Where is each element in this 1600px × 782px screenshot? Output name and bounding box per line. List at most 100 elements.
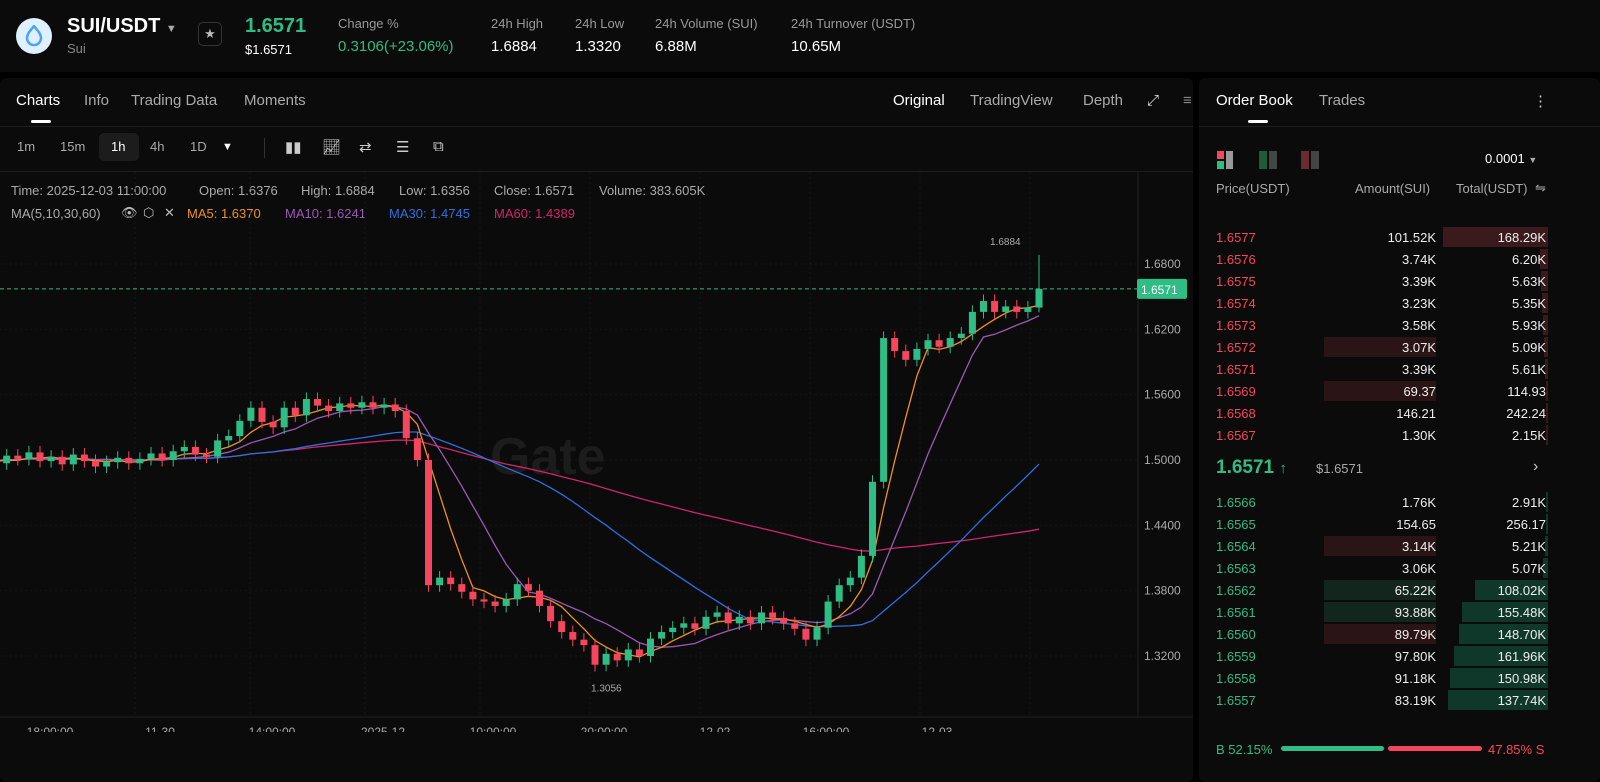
candle-body bbox=[735, 616, 743, 624]
candle-body bbox=[3, 455, 11, 464]
compare-icon[interactable]: ⧉ bbox=[433, 138, 444, 155]
candle-body bbox=[191, 446, 199, 455]
view-original[interactable]: Original bbox=[893, 92, 945, 109]
candle-body bbox=[624, 649, 632, 661]
precision-select[interactable]: 0.0001 ▼ bbox=[1485, 151, 1537, 166]
candle-body bbox=[580, 639, 588, 646]
bid-row[interactable]: 1.6558 91.18K 150.98K bbox=[1216, 667, 1548, 689]
x-tick-label: 10:00:00 bbox=[470, 725, 517, 732]
candle-body bbox=[513, 584, 521, 600]
tab-info[interactable]: Info bbox=[84, 92, 109, 109]
candle-body bbox=[258, 407, 266, 422]
buy-ratio: B 52.15% bbox=[1216, 742, 1273, 757]
total: 256.17 bbox=[1506, 517, 1546, 532]
ask-row[interactable]: 1.6567 1.30K 2.15K bbox=[1216, 424, 1548, 446]
candle-body bbox=[491, 601, 499, 606]
chevron-right-icon[interactable]: › bbox=[1533, 458, 1538, 476]
ask-row[interactable]: 1.6568 146.21 242.24 bbox=[1216, 402, 1548, 424]
arrow-up-icon: ↑ bbox=[1279, 460, 1287, 477]
candle-body bbox=[203, 454, 210, 457]
price: 1.6557 bbox=[1216, 693, 1256, 708]
ask-row[interactable]: 1.6569 69.37 114.93 bbox=[1216, 380, 1548, 402]
more-icon[interactable]: ⋮ bbox=[1533, 92, 1548, 110]
candle-body bbox=[425, 460, 432, 586]
current-price-label: 1.6571 bbox=[1141, 283, 1178, 297]
interval-1h[interactable]: 1h bbox=[111, 139, 125, 154]
price: 1.6568 bbox=[1216, 406, 1256, 421]
interval-dropdown-icon[interactable]: ▼ bbox=[222, 141, 233, 153]
interval-1d[interactable]: 1D bbox=[190, 139, 207, 154]
candle-body bbox=[813, 627, 821, 640]
tab-trading-data[interactable]: Trading Data bbox=[131, 92, 217, 109]
bid-row[interactable]: 1.6561 93.88K 155.48K bbox=[1216, 601, 1548, 623]
ask-row[interactable]: 1.6575 3.39K 5.63K bbox=[1216, 270, 1548, 292]
ask-row[interactable]: 1.6577 101.52K 168.29K bbox=[1216, 226, 1548, 248]
candle-body bbox=[924, 340, 932, 349]
bid-row[interactable]: 1.6564 3.14K 5.21K bbox=[1216, 535, 1548, 557]
view-asks-icon[interactable] bbox=[1301, 151, 1321, 169]
buy-bar bbox=[1281, 746, 1384, 751]
view-tradingview[interactable]: TradingView bbox=[970, 92, 1053, 109]
view-depth[interactable]: Depth bbox=[1083, 92, 1123, 109]
indicators-icon[interactable]: 📈︎ bbox=[322, 138, 341, 156]
buy-sell-ratio-bar bbox=[1281, 746, 1482, 751]
amount: 89.79K bbox=[1394, 627, 1436, 642]
candle-body bbox=[791, 623, 799, 629]
candle-body bbox=[136, 458, 144, 464]
bid-row[interactable]: 1.6560 89.79K 148.70K bbox=[1216, 623, 1548, 645]
ask-row[interactable]: 1.6572 3.07K 5.09K bbox=[1216, 336, 1548, 358]
candle-body bbox=[169, 451, 177, 461]
bid-row[interactable]: 1.6559 97.80K 161.96K bbox=[1216, 645, 1548, 667]
pair-name[interactable]: SUI/USDT bbox=[67, 15, 160, 37]
candle-body bbox=[291, 407, 299, 416]
expand-icon[interactable]: ⤢ bbox=[1147, 92, 1159, 109]
bid-row[interactable]: 1.6557 83.19K 137.74K bbox=[1216, 689, 1548, 711]
ask-row[interactable]: 1.6576 3.74K 6.20K bbox=[1216, 248, 1548, 270]
x-tick-label: 14:00:00 bbox=[249, 725, 296, 732]
depth-bar bbox=[1546, 403, 1548, 423]
price-chart[interactable]: 1.6800 1.6200 1.5600 1.5000 1.4400 1.3800 1.32… bbox=[0, 172, 1193, 732]
total: 5.93K bbox=[1512, 318, 1546, 333]
total: 155.48K bbox=[1497, 605, 1546, 620]
candle-body bbox=[758, 612, 765, 624]
settings-sliders-icon[interactable]: ⇄ bbox=[359, 138, 372, 156]
mid-price: 1.6571 ↑ bbox=[1216, 457, 1287, 478]
min-price-label: 1.3056 bbox=[591, 684, 622, 695]
stat-turnover: 24h Turnover (USDT) 10.65M bbox=[791, 16, 916, 55]
total: 161.96K bbox=[1497, 649, 1546, 664]
last-price-usd: $1.6571 bbox=[245, 42, 292, 57]
view-bids-icon[interactable] bbox=[1259, 151, 1279, 169]
candle-body bbox=[314, 399, 321, 406]
ask-row[interactable]: 1.6571 3.39K 5.61K bbox=[1216, 358, 1548, 380]
amount: 3.58K bbox=[1402, 318, 1436, 333]
candle-body bbox=[391, 404, 399, 412]
tab-order-book[interactable]: Order Book bbox=[1216, 92, 1293, 109]
ask-row[interactable]: 1.6573 3.58K 5.93K bbox=[1216, 314, 1548, 336]
depth-bar bbox=[1545, 514, 1548, 534]
chevron-down-icon[interactable]: ▼ bbox=[1528, 155, 1537, 165]
swap-icon[interactable]: ⇋ bbox=[1535, 180, 1546, 196]
tab-charts[interactable]: Charts bbox=[16, 92, 60, 109]
candle-body bbox=[1002, 306, 1010, 312]
ask-row[interactable]: 1.6574 3.23K 5.35K bbox=[1216, 292, 1548, 314]
bid-row[interactable]: 1.6566 1.76K 2.91K bbox=[1216, 491, 1548, 513]
amount: 97.80K bbox=[1394, 649, 1436, 664]
drawing-tools-icon[interactable]: ☰ bbox=[396, 138, 409, 156]
pair-selector[interactable]: SUI/USDT ▼ bbox=[67, 15, 177, 38]
chevron-down-icon[interactable]: ▼ bbox=[166, 23, 177, 35]
interval-15m[interactable]: 15m bbox=[60, 139, 85, 154]
bid-row[interactable]: 1.6562 65.22K 108.02K bbox=[1216, 579, 1548, 601]
view-both-icon[interactable] bbox=[1216, 150, 1238, 170]
candle-body bbox=[846, 577, 854, 586]
candle-type-icon[interactable]: ▮▮ bbox=[285, 138, 302, 156]
drag-handle-icon[interactable]: ≡ bbox=[1183, 92, 1192, 109]
candle-body bbox=[802, 628, 810, 640]
total: 5.21K bbox=[1512, 539, 1546, 554]
bid-row[interactable]: 1.6565 154.65 256.17 bbox=[1216, 513, 1548, 535]
bid-row[interactable]: 1.6563 3.06K 5.07K bbox=[1216, 557, 1548, 579]
interval-4h[interactable]: 4h bbox=[150, 139, 164, 154]
favorite-star-icon[interactable]: ★ bbox=[198, 22, 222, 46]
interval-1m[interactable]: 1m bbox=[17, 139, 35, 154]
tab-trades[interactable]: Trades bbox=[1319, 92, 1365, 109]
tab-moments[interactable]: Moments bbox=[244, 92, 306, 109]
